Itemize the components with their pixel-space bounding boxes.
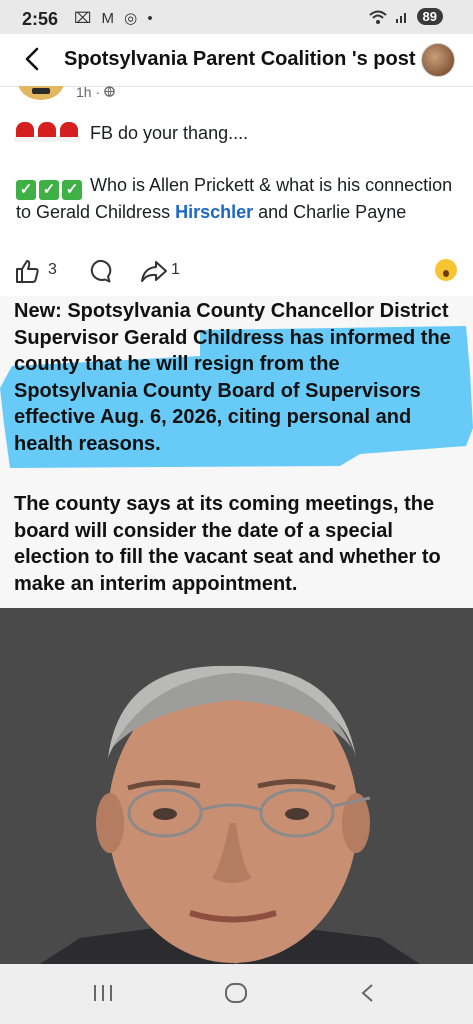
status-time: 2:56 xyxy=(22,9,59,29)
post-line-1: FB do your thang.... xyxy=(14,122,249,145)
wifi-icon xyxy=(368,10,387,24)
system-nav-bar xyxy=(0,964,473,1024)
article-photo[interactable] xyxy=(0,608,473,964)
post-time: 1h · xyxy=(76,86,115,100)
check-emoji: ✓ xyxy=(16,180,36,200)
article-body: The county says at its coming meetings, … xyxy=(14,493,441,595)
wow-reaction-icon[interactable] xyxy=(435,259,457,281)
globe-icon xyxy=(104,86,115,97)
recent-apps-icon[interactable] xyxy=(92,982,114,1004)
back-arrow-icon[interactable] xyxy=(18,44,48,74)
home-icon[interactable] xyxy=(224,982,248,1004)
check-emoji: ✓ xyxy=(62,180,82,200)
page-avatar[interactable] xyxy=(421,43,455,77)
check-emoji: ✓ xyxy=(39,180,59,200)
article-image[interactable]: New: Spotsylvania County Chancellor Dist… xyxy=(0,296,473,608)
page-title: Spotsylvania Parent Coalition 's post xyxy=(64,48,416,70)
share-icon[interactable] xyxy=(140,258,168,284)
post-actions: 3 1 xyxy=(14,256,459,286)
post-header: Spotsylvania Parent Coalition 's post xyxy=(0,34,473,87)
poster-avatar[interactable] xyxy=(18,86,64,100)
nav-back-icon[interactable] xyxy=(358,982,378,1004)
comment-icon[interactable] xyxy=(86,258,112,284)
battery-indicator: 89 xyxy=(416,8,443,25)
like-icon[interactable] xyxy=(14,258,40,284)
notification-icons: ⌧ M ◎ • xyxy=(74,10,156,27)
status-right: 89 xyxy=(368,8,443,25)
like-count: 3 xyxy=(48,261,57,278)
share-count: 1 xyxy=(171,261,180,278)
article-headline: New: Spotsylvania County Chancellor Dist… xyxy=(14,300,451,455)
para2-text-end: and Charlie Payne xyxy=(253,202,407,222)
signal-icon xyxy=(395,12,406,23)
santa-hat-emojis xyxy=(14,122,82,145)
post-meta: 1h · xyxy=(14,86,154,104)
hirschler-link[interactable]: Hirschler xyxy=(175,202,253,222)
status-bar: 2:56 ⌧ M ◎ • 89 xyxy=(0,0,473,34)
post-paragraph-2: ✓ ✓ ✓ Who is Allen Prickett & what is his … xyxy=(16,173,456,225)
portrait-image xyxy=(40,665,420,964)
post-line-1-text: FB do your thang.... xyxy=(90,123,249,143)
